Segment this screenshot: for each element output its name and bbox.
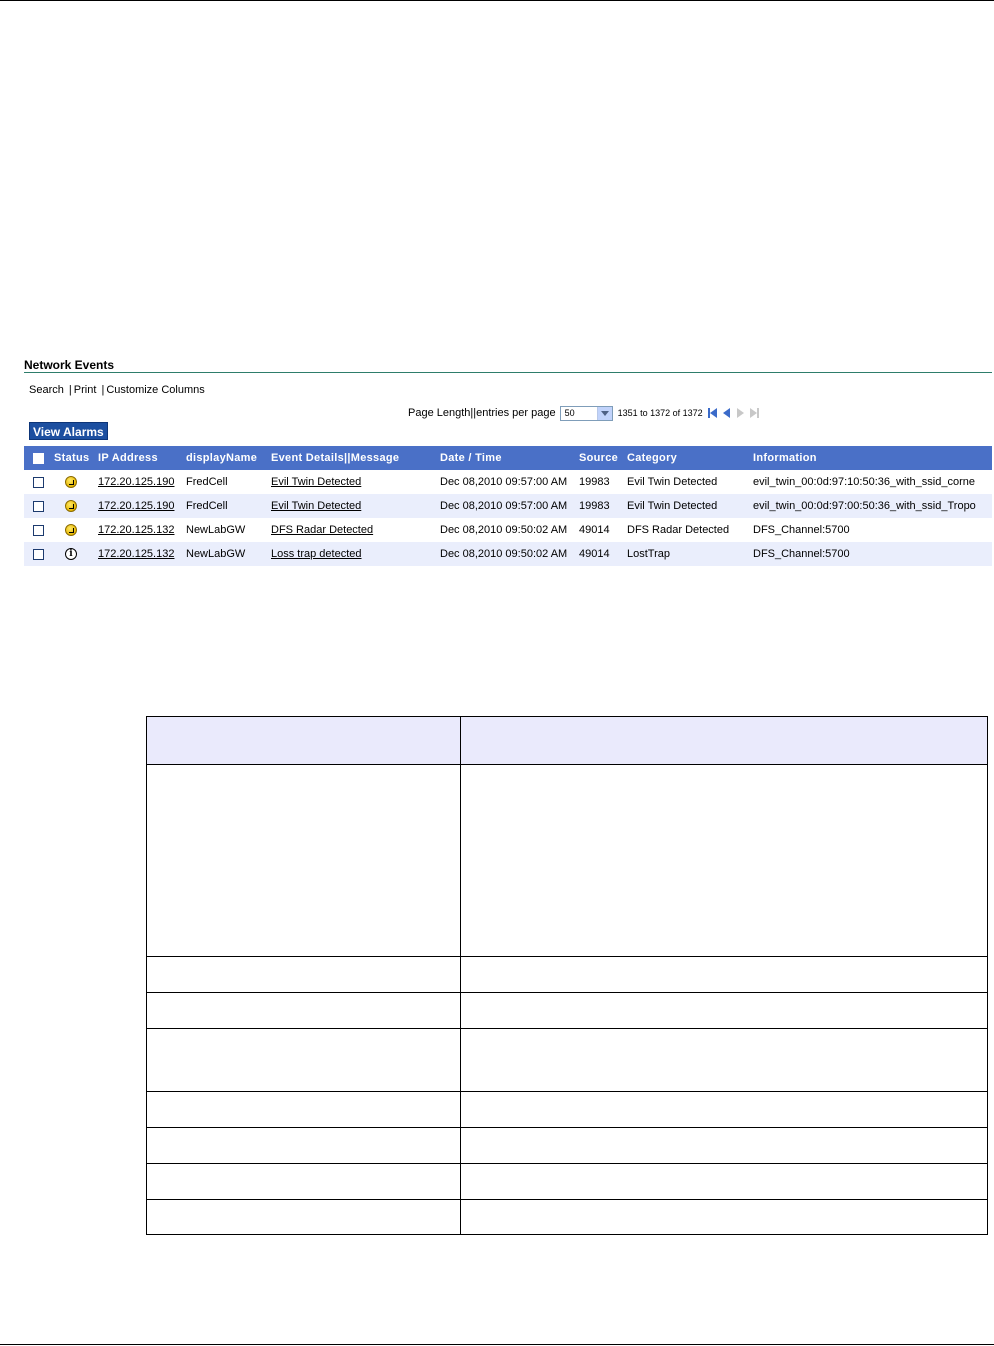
field-description-table (146, 716, 988, 1235)
description-row (146, 1199, 988, 1235)
network-events-panel: Network Events Search | Print | Customize … (24, 358, 992, 566)
datetime: Dec 08,2010 09:57:00 AM (436, 494, 575, 518)
description-row (146, 764, 988, 957)
display-name: NewLabGW (182, 518, 267, 542)
category: DFS Radar Detected (623, 518, 749, 542)
column-header-status[interactable]: Status (50, 446, 94, 470)
category: LostTrap (623, 542, 749, 566)
ip-link[interactable]: 172.20.125.190 (98, 500, 174, 512)
page-bottom-rule (0, 1344, 994, 1345)
ip-link[interactable]: 172.20.125.190 (98, 476, 174, 488)
datetime: Dec 08,2010 09:50:02 AM (436, 518, 575, 542)
source: 19983 (575, 494, 623, 518)
column-header-display-name[interactable]: displayName (182, 446, 267, 470)
separator: | (101, 384, 105, 396)
datetime: Dec 08,2010 09:50:02 AM (436, 542, 575, 566)
information: evil_twin_00:0d:97:10:50:36_with_ssid_co… (749, 470, 992, 494)
column-header-source[interactable]: Source (575, 446, 623, 470)
source: 19983 (575, 470, 623, 494)
ip-link[interactable]: 172.20.125.132 (98, 524, 174, 536)
datetime: Dec 08,2010 09:57:00 AM (436, 470, 575, 494)
column-header-information[interactable]: Information (749, 446, 992, 470)
row-checkbox[interactable] (33, 500, 44, 512)
event-link[interactable]: Evil Twin Detected (271, 500, 361, 512)
column-header-ip[interactable]: IP Address (94, 446, 182, 470)
information: evil_twin_00:0d:97:00:50:36_with_ssid_Tr… (749, 494, 992, 518)
page-size-select[interactable]: 50 (559, 405, 613, 421)
row-checkbox[interactable] (33, 548, 44, 560)
column-header-event[interactable]: Event Details||Message (267, 446, 436, 470)
action-links: Search | Print | Customize Columns (29, 384, 205, 396)
display-name: FredCell (182, 470, 267, 494)
panel-title: Network Events (24, 358, 992, 373)
table-row: i 172.20.125.132 NewLabGW Loss trap dete… (24, 542, 992, 566)
column-header-datetime[interactable]: Date / Time (436, 446, 575, 470)
page-length-label: Page Length||entries per page (408, 407, 556, 419)
category: Evil Twin Detected (623, 470, 749, 494)
page-size-value: 50 (564, 408, 575, 418)
last-page-icon[interactable] (748, 407, 762, 420)
display-name: FredCell (182, 494, 267, 518)
page-navigation (706, 407, 762, 420)
information: DFS_Channel:5700 (749, 542, 992, 566)
event-link[interactable]: Loss trap detected (271, 548, 362, 560)
events-table: Status IP Address displayName Event Deta… (24, 446, 992, 566)
information: DFS_Channel:5700 (749, 518, 992, 542)
source: 49014 (575, 542, 623, 566)
category: Evil Twin Detected (623, 494, 749, 518)
print-link[interactable]: Print (74, 384, 97, 396)
description-row (146, 1163, 988, 1200)
table-row: 172.20.125.190 FredCell Evil Twin Detect… (24, 494, 992, 518)
row-checkbox[interactable] (33, 524, 44, 536)
description-row (146, 1028, 988, 1092)
source: 49014 (575, 518, 623, 542)
warning-icon (65, 524, 77, 537)
chevron-down-icon[interactable] (596, 406, 612, 420)
pager: Page Length||entries per page 50 1351 to… (408, 405, 762, 421)
table-header-row: Status IP Address displayName Event Deta… (24, 446, 992, 470)
page-top-rule (0, 0, 994, 1)
warning-icon (65, 500, 77, 513)
warning-icon (65, 476, 77, 489)
description-row (146, 1127, 988, 1164)
column-header-category[interactable]: Category (623, 446, 749, 470)
table-row: 172.20.125.132 NewLabGW DFS Radar Detect… (24, 518, 992, 542)
select-all-cell (24, 446, 50, 470)
page-range: 1351 to 1372 of 1372 (617, 408, 703, 418)
display-name: NewLabGW (182, 542, 267, 566)
description-row (146, 956, 988, 993)
description-table-header (146, 716, 988, 765)
description-row (146, 1091, 988, 1128)
next-page-icon[interactable] (734, 407, 748, 420)
row-checkbox[interactable] (33, 476, 44, 488)
select-all-checkbox[interactable] (33, 452, 44, 464)
event-link[interactable]: Evil Twin Detected (271, 476, 361, 488)
previous-page-icon[interactable] (720, 407, 734, 420)
first-page-icon[interactable] (706, 407, 720, 420)
event-link[interactable]: DFS Radar Detected (271, 524, 373, 536)
view-alarms-button[interactable]: View Alarms (29, 422, 108, 440)
table-row: 172.20.125.190 FredCell Evil Twin Detect… (24, 470, 992, 494)
customize-columns-link[interactable]: Customize Columns (106, 384, 204, 396)
info-icon: i (65, 548, 77, 561)
separator: | (68, 384, 72, 396)
description-row (146, 992, 988, 1029)
search-link[interactable]: Search (29, 384, 64, 396)
ip-link[interactable]: 172.20.125.132 (98, 548, 174, 560)
